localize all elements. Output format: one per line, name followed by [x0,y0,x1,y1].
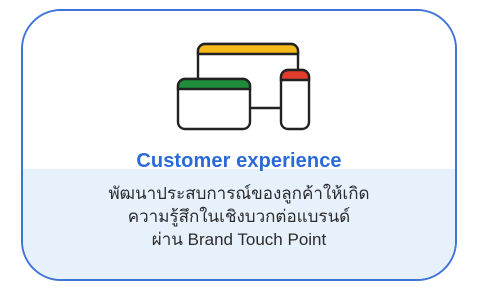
card-title: Customer experience [136,150,342,172]
description-line: ความรู้สึกในเชิงบวกต่อแบรนด์ [127,207,351,226]
description-line: พัฒนาประสบการณ์ของลูกค้าให้เกิด [108,184,370,203]
devices-icon [176,42,311,131]
customer-experience-card: Customer experience พัฒนาประสบการณ์ของลู… [21,9,457,281]
card-description: พัฒนาประสบการณ์ของลูกค้าให้เกิด ความรู้ส… [23,182,455,251]
description-line: ผ่าน Brand Touch Point [151,230,327,249]
